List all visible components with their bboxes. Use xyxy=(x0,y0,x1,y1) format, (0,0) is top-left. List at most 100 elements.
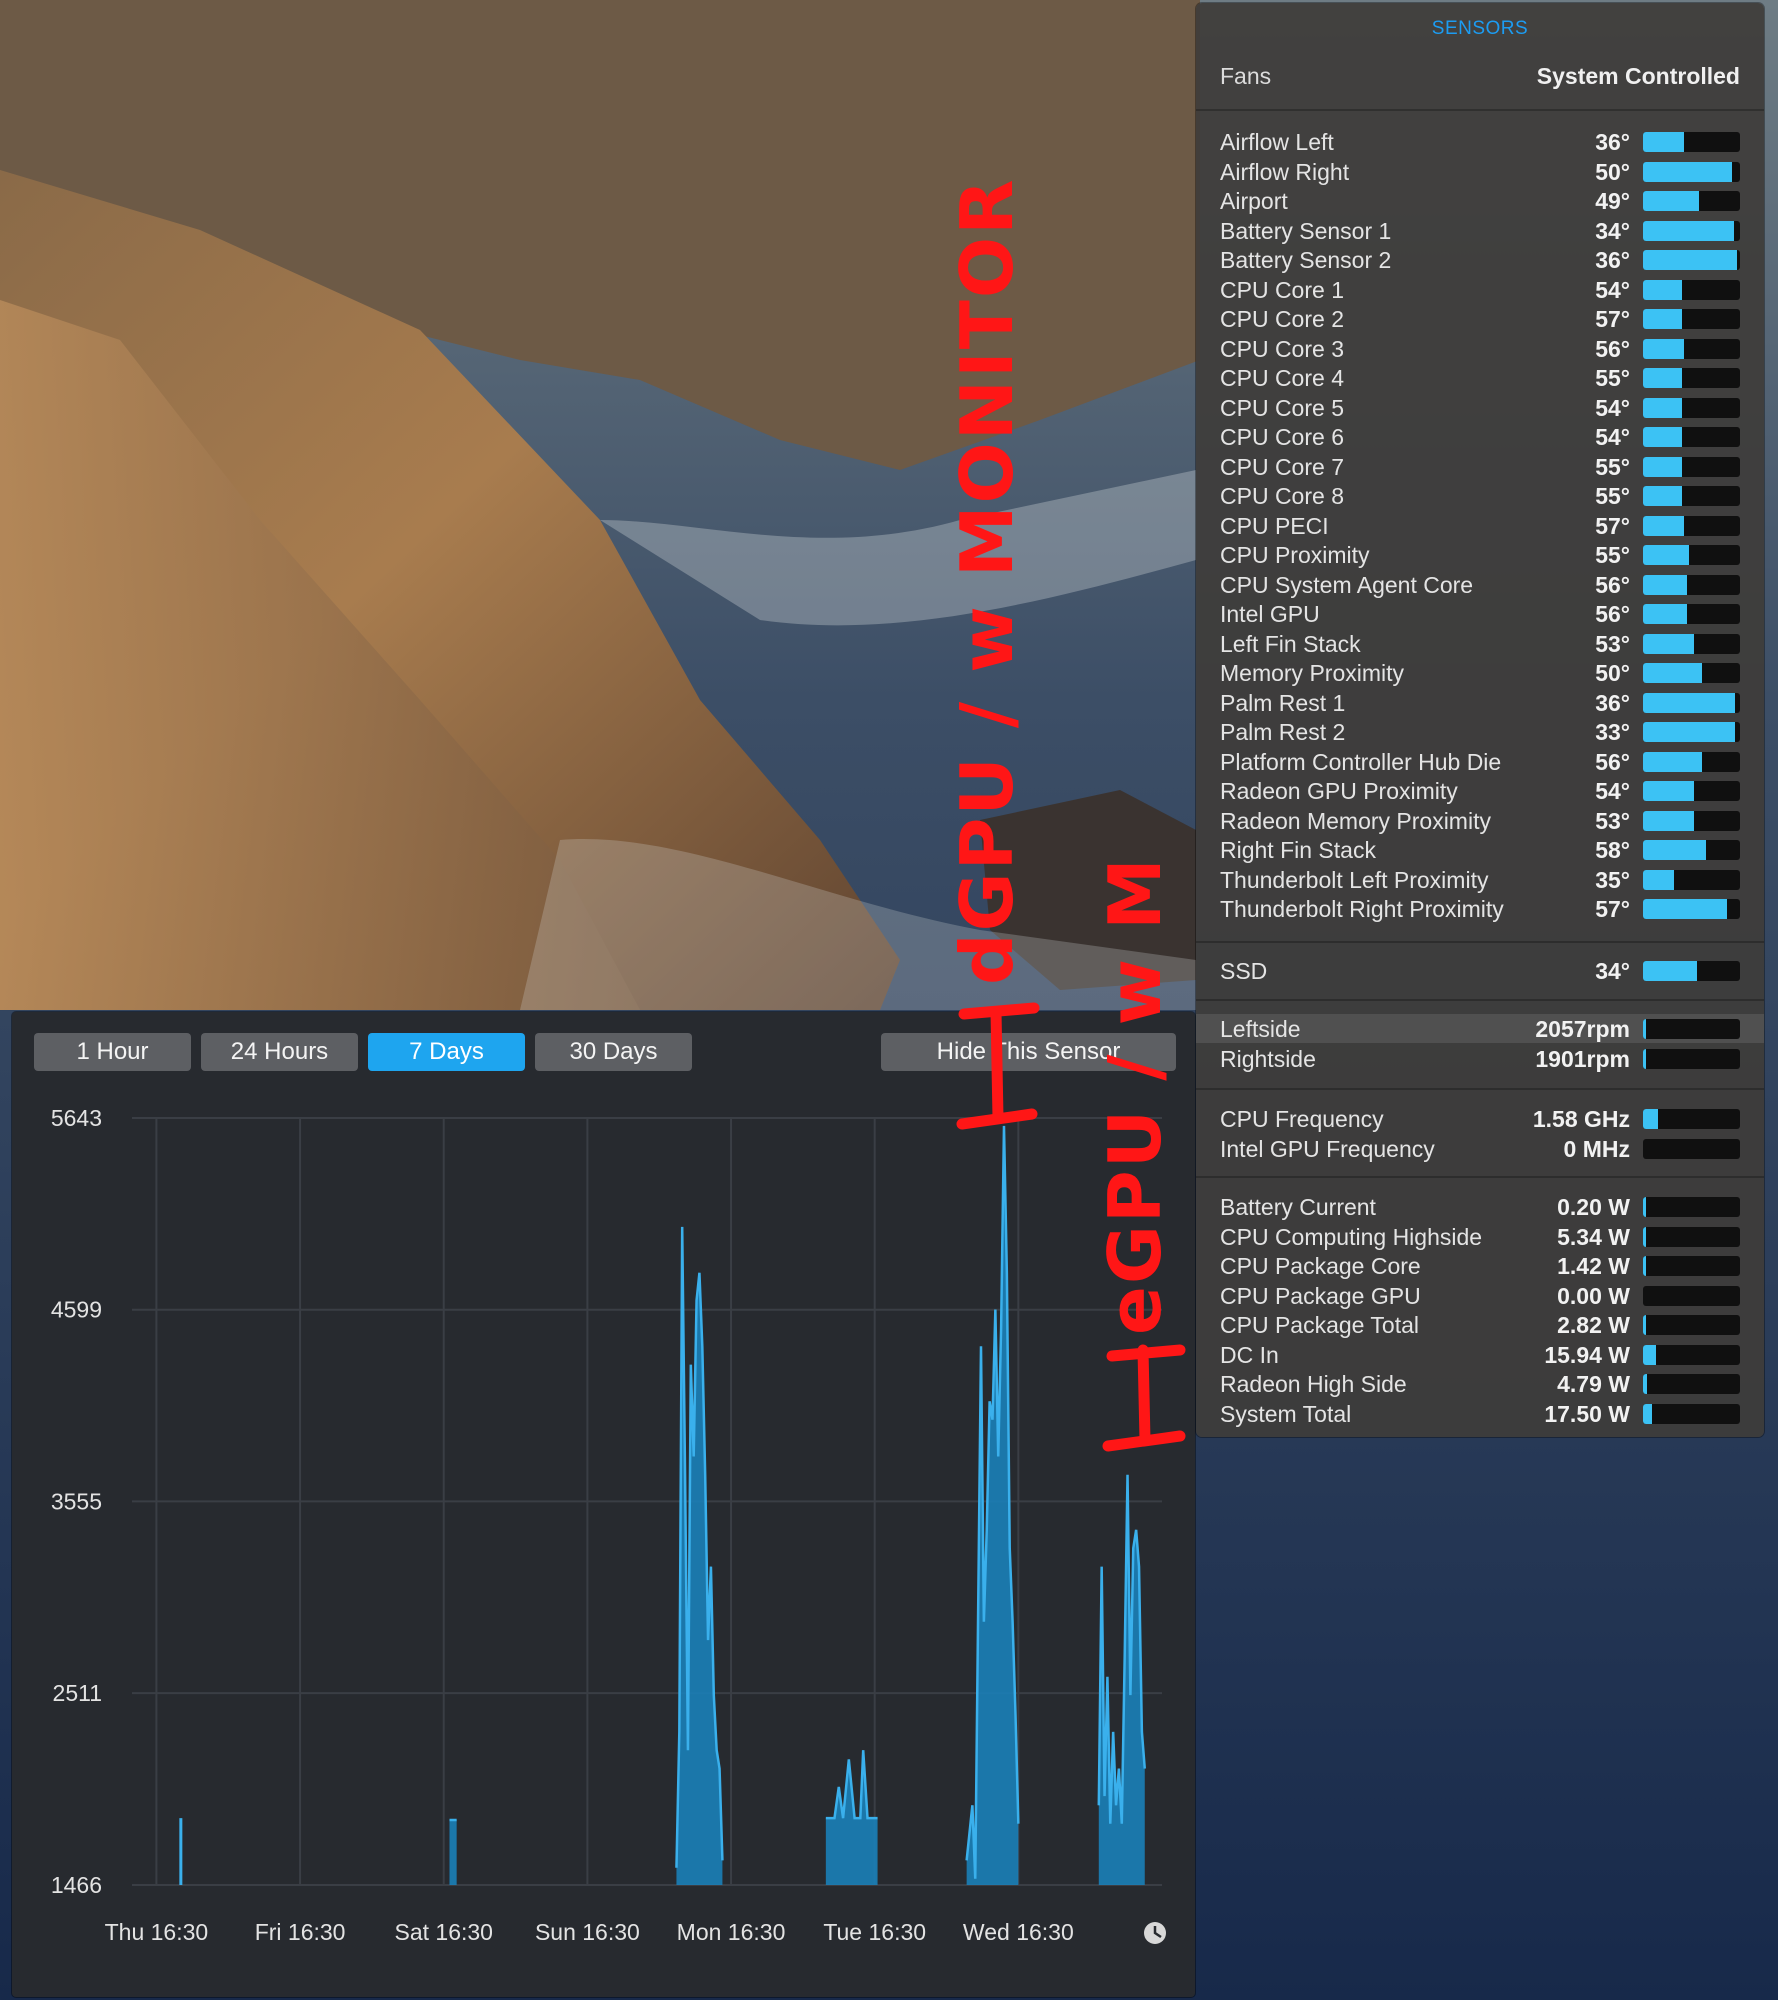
temp-sensor-row[interactable]: CPU Core 2 57° xyxy=(1196,304,1764,333)
fan-sensor-row[interactable]: Rightside 1901rpm xyxy=(1196,1044,1764,1073)
temp-sensor-row[interactable]: CPU System Agent Core 56° xyxy=(1196,570,1764,599)
sensor-name: CPU System Agent Core xyxy=(1220,571,1474,598)
sensor-level-fill xyxy=(1643,869,1674,890)
sensor-value: 57° xyxy=(1595,306,1630,332)
temp-sensor-row[interactable]: Palm Rest 1 36° xyxy=(1196,688,1764,717)
temp-sensor-row[interactable]: Battery Sensor 1 34° xyxy=(1196,216,1764,245)
sensor-level-fill xyxy=(1643,751,1702,772)
temp-sensor-row[interactable]: Thunderbolt Right Proximity 57° xyxy=(1196,894,1764,923)
temp-sensor-row[interactable]: CPU Core 8 55° xyxy=(1196,481,1764,510)
sensor-name: Thunderbolt Right Proximity xyxy=(1220,896,1504,922)
x-tick-label: Fri 16:30 xyxy=(255,1919,346,1945)
divider xyxy=(1196,1088,1764,1090)
sensor-value: 34° xyxy=(1595,217,1630,244)
sensor-name: Rightside xyxy=(1220,1045,1316,1072)
sensor-value: 54° xyxy=(1595,394,1630,421)
panel-title: SENSORS xyxy=(1431,18,1529,39)
sensor-name: Airflow Right xyxy=(1220,158,1350,185)
sensor-name: CPU PECI xyxy=(1220,512,1329,539)
temp-sensor-row[interactable]: Intel GPU 56° xyxy=(1196,599,1764,628)
temp-sensor-row[interactable]: Battery Sensor 2 36° xyxy=(1196,245,1764,274)
power-sensor-row[interactable]: CPU Package Core 1.42 W xyxy=(1196,1251,1764,1280)
power-sensor-row[interactable]: CPU Package Total 2.82 W xyxy=(1196,1310,1764,1339)
divider xyxy=(1196,999,1764,1001)
temp-sensor-row[interactable]: CPU Core 1 54° xyxy=(1196,275,1764,304)
temp-sensor-row[interactable]: Airport 49° xyxy=(1196,186,1764,215)
sensor-level-bar xyxy=(1643,397,1740,418)
sensor-level-fill xyxy=(1643,250,1737,270)
freq-sensor-row[interactable]: Intel GPU Frequency 0 MHz xyxy=(1196,1134,1764,1163)
sensor-level-fill xyxy=(1643,486,1682,506)
temp-sensor-row[interactable]: Airflow Left 36° xyxy=(1196,127,1764,156)
sensor-level-fill xyxy=(1643,692,1735,713)
fans-mode-value[interactable]: System Controlled xyxy=(1537,63,1740,90)
sensor-name: CPU Package Core xyxy=(1220,1253,1421,1279)
sensor-level-fill xyxy=(1643,1226,1646,1247)
sensor-level-bar xyxy=(1643,1374,1740,1394)
power-sensor-row[interactable]: Battery Current 0.20 W xyxy=(1196,1192,1764,1221)
sensor-name: Thunderbolt Left Proximity xyxy=(1220,866,1489,893)
temp-sensor-row[interactable]: Left Fin Stack 53° xyxy=(1196,629,1764,658)
sensor-level-fill xyxy=(1643,456,1682,477)
power-sensor-row[interactable]: Radeon High Side 4.79 W xyxy=(1196,1369,1764,1398)
sensor-level-bar xyxy=(1643,191,1740,211)
freq-sensor-row[interactable]: CPU Frequency 1.58 GHz xyxy=(1196,1104,1764,1133)
sensor-level-fill xyxy=(1643,397,1682,418)
x-tick-label: Sat 16:30 xyxy=(394,1919,492,1945)
temp-sensor-row[interactable]: CPU Core 5 54° xyxy=(1196,393,1764,422)
divider xyxy=(1196,941,1764,943)
sensor-level-fill xyxy=(1643,368,1682,388)
sensor-level-bar xyxy=(1643,810,1740,831)
power-sensor-row[interactable]: System Total 17.50 W xyxy=(1196,1399,1764,1428)
x-tick-label: Tue 16:30 xyxy=(823,1919,926,1945)
sensor-level-bar xyxy=(1643,427,1740,447)
y-tick-label: 5643 xyxy=(51,1105,102,1131)
sensor-level-fill xyxy=(1643,427,1682,447)
sensor-value: 55° xyxy=(1595,365,1630,391)
sensor-level-fill xyxy=(1643,1197,1646,1217)
sensor-level-bar xyxy=(1643,781,1740,801)
sensor-value: 55° xyxy=(1595,453,1630,480)
clock-icon[interactable] xyxy=(1144,1922,1166,1944)
sensor-level-fill xyxy=(1643,1374,1647,1394)
sensor-value: 1901rpm xyxy=(1535,1045,1630,1072)
power-sensor-row[interactable]: CPU Package GPU 0.00 W xyxy=(1196,1281,1764,1310)
sensor-value: 36° xyxy=(1595,129,1630,155)
temp-sensor-row[interactable]: CPU Core 3 56° xyxy=(1196,334,1764,363)
sensor-value: 55° xyxy=(1595,483,1630,509)
sensor-level-fill xyxy=(1643,1403,1652,1424)
power-sensor-row[interactable]: DC In 15.94 W xyxy=(1196,1340,1764,1369)
sensor-value: 0.20 W xyxy=(1557,1194,1630,1220)
sensor-name: Battery Current xyxy=(1220,1194,1376,1220)
temp-sensor-row[interactable]: Memory Proximity 50° xyxy=(1196,658,1764,687)
temp-sensor-row[interactable]: Palm Rest 2 33° xyxy=(1196,717,1764,746)
temp-sensor-row[interactable]: Radeon Memory Proximity 53° xyxy=(1196,806,1764,835)
sensor-name: Battery Sensor 1 xyxy=(1220,217,1392,244)
temp-sensor-row[interactable]: Airflow Right 50° xyxy=(1196,157,1764,186)
temp-sensor-row[interactable]: CPU Core 4 55° xyxy=(1196,363,1764,392)
sensor-level-bar xyxy=(1643,751,1740,772)
fan-sensor-row[interactable]: Leftside 2057rpm xyxy=(1196,1014,1764,1043)
sensor-value: 56° xyxy=(1595,335,1630,362)
sensor-level-fill xyxy=(1643,604,1687,624)
sensor-level-bar xyxy=(1643,1109,1740,1129)
sensor-level-bar xyxy=(1643,1285,1740,1306)
sensor-level-fill xyxy=(1643,161,1732,182)
sensor-value: 15.94 W xyxy=(1544,1341,1630,1368)
sensor-level-fill xyxy=(1643,191,1699,211)
temp-sensor-row[interactable]: Right Fin Stack 58° xyxy=(1196,835,1764,864)
sensor-value: 56° xyxy=(1595,601,1630,627)
sensor-level-fill xyxy=(1643,1019,1646,1039)
temp-sensor-row[interactable]: CPU Proximity 55° xyxy=(1196,540,1764,569)
temp-sensor-row[interactable]: CPU Core 6 54° xyxy=(1196,422,1764,451)
temp-sensor-row[interactable]: Thunderbolt Left Proximity 35° xyxy=(1196,865,1764,894)
temp-sensor-row[interactable]: CPU PECI 57° xyxy=(1196,511,1764,540)
temp-sensor-row[interactable]: Platform Controller Hub Die 56° xyxy=(1196,747,1764,776)
temp-sensor-row[interactable]: CPU Core 7 55° xyxy=(1196,452,1764,481)
sensor-level-bar xyxy=(1643,368,1740,388)
ssd-sensor-row[interactable]: SSD 34° xyxy=(1196,956,1764,985)
power-sensor-row[interactable]: CPU Computing Highside 5.34 W xyxy=(1196,1222,1764,1251)
y-tick-label: 3555 xyxy=(51,1488,102,1514)
temp-sensor-row[interactable]: Radeon GPU Proximity 54° xyxy=(1196,776,1764,805)
sensor-name: CPU Proximity xyxy=(1220,542,1370,568)
